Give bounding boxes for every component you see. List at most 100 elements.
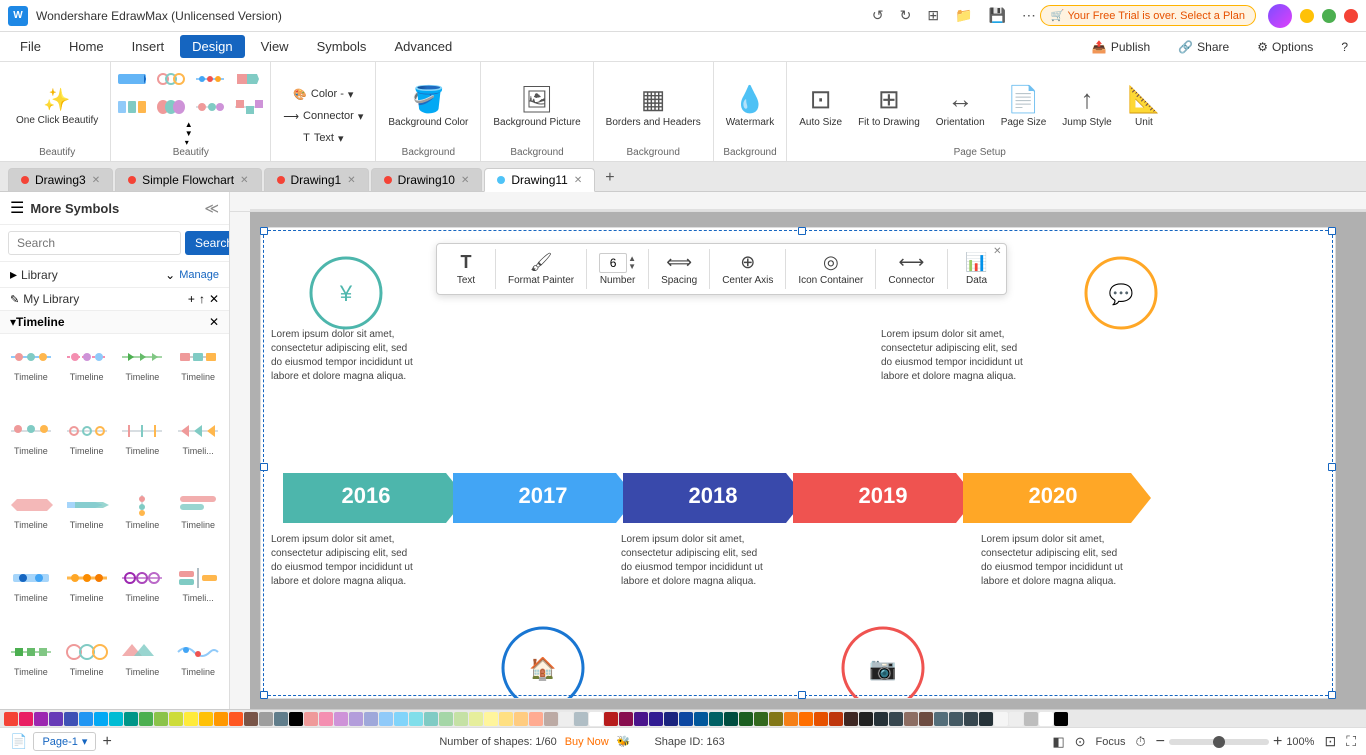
palette-color[interactable] (1009, 712, 1023, 726)
palette-color[interactable] (304, 712, 318, 726)
palette-color[interactable] (394, 712, 408, 726)
palette-color[interactable] (259, 712, 273, 726)
bg-color-btn[interactable]: 🪣 Background Color (382, 80, 474, 133)
palette-color[interactable] (439, 712, 453, 726)
tab-close-simple[interactable]: ✕ (240, 175, 248, 186)
palette-color[interactable] (724, 712, 738, 726)
palette-color[interactable] (979, 712, 993, 726)
palette-color[interactable] (499, 712, 513, 726)
palette-color[interactable] (454, 712, 468, 726)
palette-color[interactable] (349, 712, 363, 726)
ft-close-btn[interactable]: ✕ (993, 246, 1001, 257)
page-size-btn[interactable]: 📄 Page Size (995, 80, 1053, 133)
add-page-btn[interactable]: + (102, 733, 111, 751)
borders-btn[interactable]: ▦ Borders and Headers (600, 80, 707, 133)
style5-btn[interactable] (114, 94, 150, 120)
palette-color[interactable] (529, 712, 543, 726)
palette-color[interactable] (634, 712, 648, 726)
palette-color[interactable] (844, 712, 858, 726)
palette-color[interactable] (1024, 712, 1038, 726)
search-input[interactable] (8, 231, 181, 255)
ft-spacing-btn[interactable]: ⟺ Spacing (653, 248, 705, 290)
menu-home[interactable]: Home (57, 35, 116, 58)
shape-item-timeline10[interactable]: Timeline (60, 486, 114, 558)
palette-color[interactable] (409, 712, 423, 726)
style4-btn[interactable] (231, 66, 267, 92)
undo-btn[interactable]: ↺ (872, 7, 884, 24)
palette-color[interactable] (34, 712, 48, 726)
palette-color[interactable] (319, 712, 333, 726)
bg-picture-btn[interactable]: 🖼 Background Picture (487, 80, 586, 133)
palette-color[interactable] (484, 712, 498, 726)
panel-collapse-btn[interactable]: ≪ (204, 200, 219, 217)
manage-btn[interactable]: Manage (179, 269, 219, 281)
palette-color[interactable] (994, 712, 1008, 726)
new-tab-btn[interactable]: ⊞ (927, 7, 939, 24)
palette-color[interactable] (649, 712, 663, 726)
style6-btn[interactable] (153, 94, 189, 120)
palette-color[interactable] (94, 712, 108, 726)
menu-design[interactable]: Design (180, 35, 244, 58)
palette-color[interactable] (1039, 712, 1053, 726)
shape-item-timeline12[interactable]: Timeline (171, 486, 225, 558)
user-avatar[interactable] (1268, 4, 1292, 28)
palette-color[interactable] (4, 712, 18, 726)
tab-close-drawing3[interactable]: ✕ (92, 175, 100, 186)
palette-color[interactable] (109, 712, 123, 726)
ft-icon-container-btn[interactable]: ◎ Icon Container (790, 248, 871, 290)
palette-color[interactable] (919, 712, 933, 726)
shape-item-timeline18[interactable]: Timeline (60, 633, 114, 705)
import-icon[interactable]: ↑ (199, 292, 205, 306)
zoom-slider-handle[interactable] (1213, 736, 1225, 748)
palette-color[interactable] (79, 712, 93, 726)
shape-item-timeline1[interactable]: Timeline (4, 338, 58, 410)
tab-drawing1[interactable]: Drawing1 ✕ (264, 168, 369, 191)
connector-btn[interactable]: ⟶ Connector ▾ (277, 107, 369, 126)
style2-btn[interactable] (153, 66, 189, 92)
shape-item-timeline11[interactable]: Timeline (116, 486, 170, 558)
palette-color[interactable] (604, 712, 618, 726)
jump-style-btn[interactable]: ↑ Jump Style (1056, 80, 1117, 133)
auto-size-btn[interactable]: ⊡ Auto Size (793, 80, 848, 133)
style1-btn[interactable] (114, 66, 150, 92)
palette-color[interactable] (469, 712, 483, 726)
ft-connector-btn[interactable]: ⟷ Connector (880, 248, 942, 290)
palette-color[interactable] (784, 712, 798, 726)
shape-item-timeline3[interactable]: Timeline (116, 338, 170, 410)
scroll-up-icon[interactable]: ▲ (185, 120, 193, 129)
search-button[interactable]: Search (185, 231, 230, 255)
palette-color[interactable] (229, 712, 243, 726)
palette-color[interactable] (949, 712, 963, 726)
palette-color[interactable] (754, 712, 768, 726)
palette-color[interactable] (619, 712, 633, 726)
palette-color[interactable] (709, 712, 723, 726)
shape-item-timeline2[interactable]: Timeline (60, 338, 114, 410)
share-btn[interactable]: 🔗 Share (1168, 37, 1239, 57)
palette-color[interactable] (199, 712, 213, 726)
ft-number-control[interactable]: 6 ▲ ▼ (599, 253, 636, 273)
menu-insert[interactable]: Insert (120, 35, 177, 58)
shape-item-timeline17[interactable]: Timeline (4, 633, 58, 705)
focus-btn[interactable]: ⊙ (1075, 734, 1086, 750)
palette-color[interactable] (769, 712, 783, 726)
style8-btn[interactable] (231, 94, 267, 120)
add-library-icon[interactable]: + (188, 292, 195, 306)
palette-color[interactable] (514, 712, 528, 726)
palette-color[interactable] (214, 712, 228, 726)
one-click-beautify-btn[interactable]: ✨ One Click Beautify (10, 83, 104, 131)
shape-item-timeline9[interactable]: Timeline (4, 486, 58, 558)
page-tab[interactable]: Page-1 ▾ (33, 732, 96, 751)
minimize-btn[interactable] (1300, 9, 1314, 23)
tab-close-drawing10[interactable]: ✕ (461, 175, 469, 186)
tab-drawing10[interactable]: Drawing10 ✕ (371, 168, 483, 191)
palette-color[interactable] (739, 712, 753, 726)
fullscreen-btn[interactable]: ⛶ (1346, 733, 1356, 750)
fit-page-btn[interactable]: ⊡ (1324, 733, 1336, 750)
canvas-content[interactable]: ¥ 💬 Lorem ipsum dolor sit amet, consecte… (250, 212, 1366, 709)
shape-item-timeline4[interactable]: Timeline (171, 338, 225, 410)
text-btn[interactable]: T Text ▾ (297, 129, 349, 148)
open-btn[interactable]: 📁 (955, 7, 972, 24)
scroll-down-icon[interactable]: ▼ (185, 129, 193, 138)
menu-symbols[interactable]: Symbols (305, 35, 379, 58)
ft-number-down[interactable]: ▼ (628, 263, 636, 271)
